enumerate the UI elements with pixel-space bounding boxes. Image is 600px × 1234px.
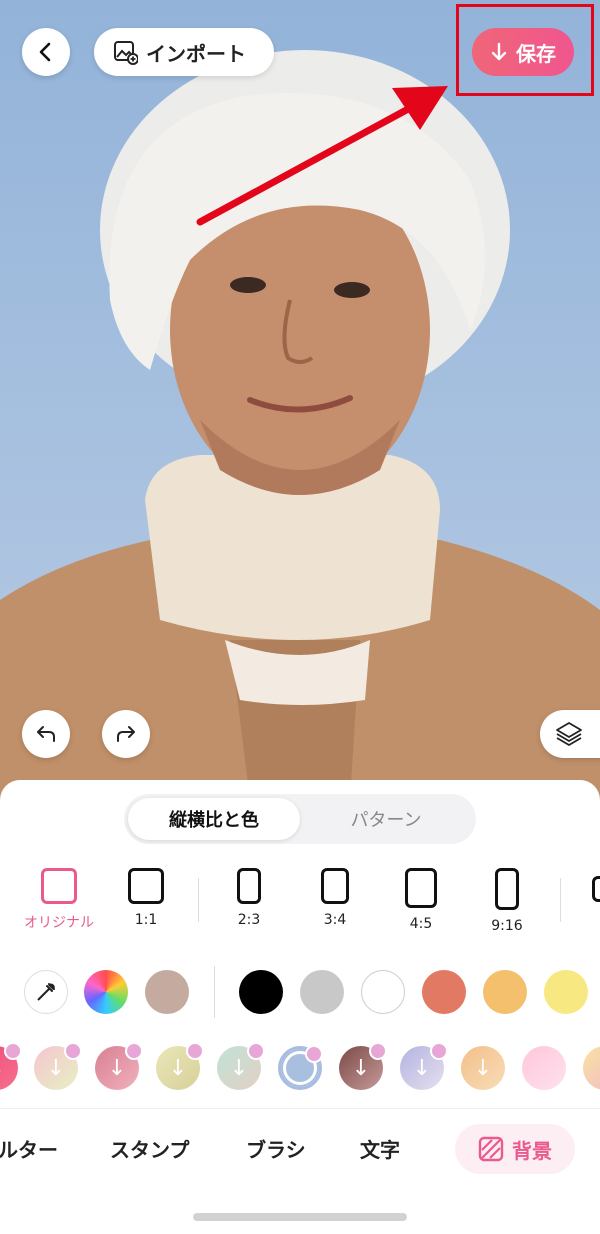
ratio-label: 3:4 <box>323 912 347 928</box>
premium-gem-icon <box>64 1042 82 1060</box>
gradient-preset[interactable]: ↓ <box>461 1046 505 1090</box>
color-swatch[interactable] <box>300 970 344 1014</box>
color-swatch[interactable] <box>544 970 588 1014</box>
undo-icon <box>37 726 55 742</box>
ratio-shape <box>237 868 261 904</box>
segmented-control: 縦横比と色 パターン <box>124 794 476 844</box>
ratio-original[interactable]: オリジナル <box>24 868 94 932</box>
color-swatch[interactable] <box>483 970 527 1014</box>
premium-gem-icon <box>186 1042 204 1060</box>
divider <box>0 1108 600 1109</box>
import-button[interactable]: インポート <box>94 28 274 76</box>
premium-gem-icon <box>247 1042 265 1060</box>
layers-button[interactable] <box>540 710 600 758</box>
redo-button[interactable] <box>102 710 150 758</box>
ratio-9-16[interactable]: 9:16 <box>472 868 542 934</box>
segment-aspect-color[interactable]: 縦横比と色 <box>128 798 300 840</box>
portrait-photo <box>0 0 600 800</box>
eyedropper-icon <box>37 983 55 1001</box>
gradient-preset[interactable]: ↓ <box>339 1042 387 1090</box>
segment-pattern[interactable]: パターン <box>300 798 472 840</box>
gradient-preset[interactable]: ↓ <box>217 1042 265 1090</box>
divider <box>198 878 199 922</box>
eyedropper-button[interactable] <box>24 970 68 1014</box>
layers-icon <box>556 722 582 746</box>
ratio-label: 4:5 <box>409 916 433 932</box>
premium-gem-icon <box>430 1042 448 1060</box>
import-label: インポート <box>146 41 246 66</box>
gradient-preset-selected[interactable] <box>278 1045 323 1090</box>
color-swatch[interactable] <box>239 970 283 1014</box>
annotation-highlight-box <box>456 4 594 96</box>
tab-text[interactable]: 文字 <box>360 1134 400 1163</box>
ratio-label: 1:1 <box>134 912 158 928</box>
tab-background[interactable]: 背景 <box>455 1124 575 1174</box>
image-add-icon <box>114 41 138 65</box>
ratio-shape <box>405 868 437 908</box>
tab-stamp[interactable]: スタンプ <box>110 1134 189 1163</box>
ratio-more-partial[interactable] <box>592 876 600 902</box>
ratio-2-3[interactable]: 2:3 <box>214 868 284 928</box>
ratio-label: オリジナル <box>24 915 94 931</box>
home-indicator <box>193 1213 407 1221</box>
ratio-3-4[interactable]: 3:4 <box>300 868 370 928</box>
photo-canvas <box>0 0 600 800</box>
chevron-left-icon <box>39 42 51 62</box>
premium-gem-icon <box>305 1045 323 1063</box>
gradient-preset[interactable]: ↓ <box>95 1042 143 1090</box>
color-swatch[interactable] <box>361 970 405 1014</box>
tab-background-label: 背景 <box>512 1138 552 1163</box>
gradient-preset[interactable]: ↓ <box>156 1042 204 1090</box>
ratio-4-5[interactable]: 4:5 <box>386 868 456 932</box>
tab-brush[interactable]: ブラシ <box>246 1134 306 1163</box>
back-button[interactable] <box>22 28 70 76</box>
ratio-label: 9:16 <box>491 918 523 934</box>
tab-filter[interactable]: ルター <box>0 1134 58 1163</box>
gradient-preset[interactable]: ↓ <box>34 1042 82 1090</box>
color-swatch[interactable] <box>422 970 466 1014</box>
premium-gem-icon <box>4 1042 22 1060</box>
divider <box>560 878 561 922</box>
color-swatch[interactable] <box>145 970 189 1014</box>
color-wheel-button[interactable] <box>84 970 128 1014</box>
divider <box>214 966 215 1018</box>
background-pattern-icon <box>478 1136 504 1162</box>
gradient-preset[interactable]: ↓ <box>400 1042 448 1090</box>
undo-button[interactable] <box>22 710 70 758</box>
ratio-original-shape <box>41 868 77 904</box>
redo-icon <box>117 726 135 742</box>
ratio-label: 2:3 <box>237 912 261 928</box>
ratio-shape <box>128 868 164 904</box>
premium-gem-icon <box>125 1042 143 1060</box>
premium-gem-icon <box>369 1042 387 1060</box>
ratio-1-1[interactable]: 1:1 <box>111 868 181 928</box>
ratio-shape <box>495 868 519 910</box>
ratio-shape <box>321 868 349 904</box>
gradient-preset[interactable] <box>522 1046 566 1090</box>
